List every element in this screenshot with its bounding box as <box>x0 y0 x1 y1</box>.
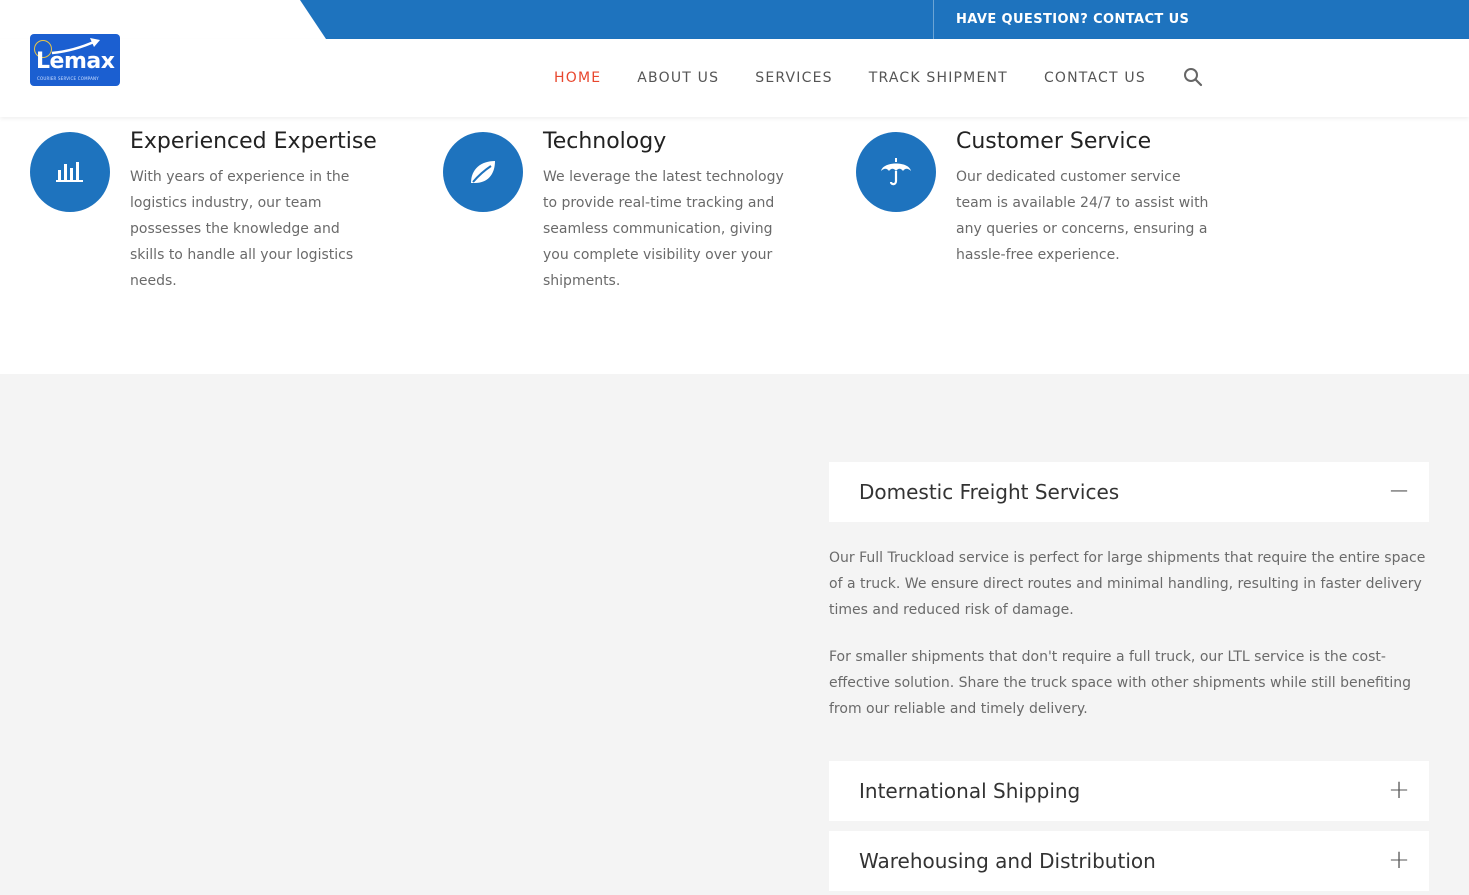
accordion-item-international-shipping[interactable]: International Shipping + <box>829 761 1429 821</box>
search-icon[interactable] <box>1183 67 1203 87</box>
accordion-title: Warehousing and Distribution <box>859 849 1156 873</box>
collapse-icon[interactable]: − <box>1387 476 1411 506</box>
feature-icon-circle <box>856 132 936 212</box>
top-contact-link[interactable]: HAVE QUESTION? CONTACT US <box>956 0 1189 39</box>
top-bar-background <box>300 0 1469 39</box>
expand-icon[interactable]: + <box>1387 775 1411 805</box>
nav-track-shipment[interactable]: TRACK SHIPMENT <box>869 39 1008 117</box>
nav-home[interactable]: HOME <box>554 39 601 117</box>
accordion-item-warehousing[interactable]: Warehousing and Distribution + <box>829 831 1429 891</box>
brand-name: Lemax <box>36 49 115 74</box>
brand-tagline: COURIER SERVICE COMPANY <box>37 76 99 81</box>
site-header: Lemax COURIER SERVICE COMPANY HOME ABOUT… <box>0 34 1469 117</box>
feature-icon-circle <box>30 132 110 212</box>
main-nav: HOME ABOUT US SERVICES TRACK SHIPMENT CO… <box>554 39 1182 117</box>
top-bar: HAVE QUESTION? CONTACT US <box>0 0 1469 39</box>
brand-logo[interactable]: Lemax COURIER SERVICE COMPANY <box>30 34 120 86</box>
nav-about-us[interactable]: ABOUT US <box>637 39 719 117</box>
bar-chart-icon <box>56 162 83 182</box>
accordion-item-domestic-freight[interactable]: Domestic Freight Services − <box>829 462 1429 522</box>
top-bar-divider <box>933 0 934 39</box>
feature-title: Experienced Expertise <box>130 129 377 154</box>
accordion-paragraph: Our Full Truckload service is perfect fo… <box>829 550 1426 618</box>
feature-text: Our dedicated customer service team is a… <box>956 169 1209 263</box>
expand-icon[interactable]: + <box>1387 845 1411 875</box>
feature-text: With years of experience in the logistic… <box>130 169 354 289</box>
nav-contact-us[interactable]: CONTACT US <box>1044 39 1146 117</box>
feature-text: We leverage the latest technology to pro… <box>543 169 784 289</box>
feature-title: Technology <box>543 129 667 154</box>
leaf-icon <box>471 161 495 183</box>
nav-services[interactable]: SERVICES <box>755 39 833 117</box>
accordion-title: International Shipping <box>859 779 1081 803</box>
feature-icon-circle <box>443 132 523 212</box>
accordion-title: Domestic Freight Services <box>859 480 1120 504</box>
umbrella-icon <box>881 158 911 186</box>
accordion-paragraph: For smaller shipments that don't require… <box>829 649 1412 717</box>
feature-title: Customer Service <box>956 129 1152 154</box>
